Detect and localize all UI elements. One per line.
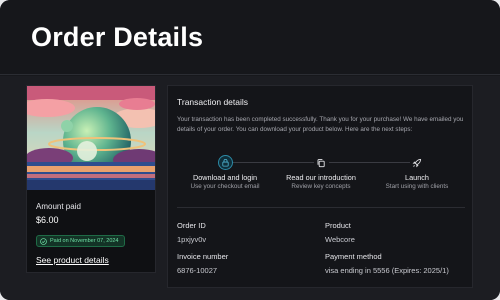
paid-status-badge: Paid on November 07, 2024 [36,235,125,247]
amount-paid-label: Amount paid [36,202,81,211]
step-launch: Launch Start using with clients [369,155,465,190]
rocket-icon [409,155,425,170]
see-product-details-link[interactable]: See product details [36,255,109,265]
amount-paid-value: $6.00 [36,215,59,225]
invoice-number-value: 6876-10027 [177,266,218,275]
product-card: Amount paid $6.00 Paid on November 07, 2… [26,85,156,273]
order-id-label: Order ID [177,221,206,230]
page-title: Order Details [31,22,204,52]
lock-icon [217,155,233,170]
payment-method-value: visa ending in 5556 (Expires: 2025/1) [325,266,449,275]
paid-status-text: Paid on November 07, 2024 [50,238,119,244]
step-title: Launch [405,173,429,182]
transaction-message: Your transaction has been completed succ… [177,116,464,133]
check-circle-icon [40,237,47,245]
product-value: Webcore [325,235,355,244]
step-read-introduction: Read our introduction Review key concept… [273,155,369,190]
product-image [27,86,155,190]
step-subtitle: Start using with clients [385,183,449,190]
page-header: Order Details [0,0,500,75]
section-divider [177,207,465,208]
step-title: Download and login [192,173,258,182]
product-label: Product [325,221,351,230]
order-details-window: Order Details Amount paid $6.00 Paid on … [0,0,500,300]
payment-method-label: Payment method [325,252,382,261]
transaction-details-card: Transaction details Your transaction has… [167,85,473,288]
copy-icon [313,155,329,170]
step-subtitle: Review key concepts [291,183,351,190]
step-download-login: Download and login Use your checkout ema… [177,155,273,190]
next-steps: Download and login Use your checkout ema… [177,155,465,195]
step-subtitle: Use your checkout email [190,183,260,190]
step-title: Read our introduction [286,173,356,182]
transaction-details-title: Transaction details [177,97,249,107]
invoice-number-label: Invoice number [177,252,229,261]
order-id-value: 1pxjyv0v [177,235,207,244]
